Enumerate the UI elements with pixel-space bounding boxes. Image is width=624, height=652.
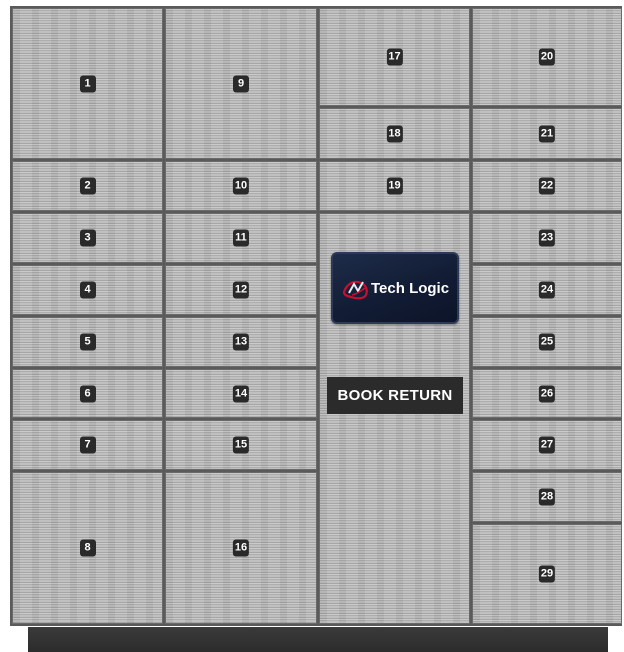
locker-door-8[interactable]: 8 — [12, 472, 163, 624]
locker-number-11: 11 — [233, 229, 249, 247]
locker-door-24[interactable]: 24 — [472, 265, 622, 315]
locker-number-26: 26 — [538, 385, 556, 402]
locker-number-14: 14 — [232, 385, 250, 402]
locker-number-1: 1 — [79, 75, 96, 92]
locker-number-22: 22 — [538, 177, 556, 195]
locker-number-20: 20 — [538, 48, 556, 66]
locker-door-15[interactable]: 15 — [165, 420, 317, 470]
locker-door-3[interactable]: 3 — [12, 213, 163, 263]
locker-door-13[interactable]: 13 — [165, 317, 317, 367]
locker-door-16[interactable]: 16 — [165, 472, 317, 624]
locker-door-10[interactable]: 10 — [165, 161, 317, 211]
locker-number-4: 4 — [79, 281, 96, 299]
locker-number-9: 9 — [233, 75, 249, 92]
locker-number-10: 10 — [232, 177, 250, 195]
locker-number-23: 23 — [538, 229, 556, 247]
locker-door-25[interactable]: 25 — [472, 317, 622, 367]
book-return-label: BOOK RETURN — [327, 377, 463, 414]
locker-number-24: 24 — [538, 281, 556, 299]
locker-door-12[interactable]: 12 — [165, 265, 317, 315]
locker-number-25: 25 — [538, 333, 556, 351]
locker-door-20[interactable]: 20 — [472, 8, 622, 106]
locker-number-6: 6 — [79, 385, 96, 402]
locker-number-17: 17 — [386, 48, 403, 66]
locker-door-4[interactable]: 4 — [12, 265, 163, 315]
locker-number-5: 5 — [79, 333, 96, 351]
locker-door-29[interactable]: 29 — [472, 524, 622, 624]
locker-number-28: 28 — [538, 488, 556, 506]
locker-door-17[interactable]: 17 — [319, 8, 470, 106]
locker-door-26[interactable]: 26 — [472, 369, 622, 418]
locker-door-6[interactable]: 6 — [12, 369, 163, 418]
locker-door-11[interactable]: 11 — [165, 213, 317, 263]
locker-number-7: 7 — [79, 436, 96, 454]
locker-number-18: 18 — [386, 125, 403, 142]
locker-number-21: 21 — [538, 125, 556, 142]
locker-door-2[interactable]: 2 — [12, 161, 163, 211]
locker-door-22[interactable]: 22 — [472, 161, 622, 211]
tech-logic-logo: Tech Logic — [331, 252, 459, 324]
locker-door-9[interactable]: 9 — [165, 8, 317, 159]
cabinet-base — [28, 627, 608, 652]
locker-door-18[interactable]: 18 — [319, 108, 470, 159]
locker-number-8: 8 — [79, 539, 96, 557]
locker-number-19: 19 — [386, 177, 403, 195]
locker-number-3: 3 — [79, 229, 96, 247]
locker-number-27: 27 — [538, 436, 556, 454]
locker-door-14[interactable]: 14 — [165, 369, 317, 418]
locker-door-27[interactable]: 27 — [472, 420, 622, 470]
locker-number-16: 16 — [232, 539, 250, 557]
locker-door-1[interactable]: 1 — [12, 8, 163, 159]
locker-number-29: 29 — [538, 565, 556, 583]
locker-number-13: 13 — [232, 333, 250, 351]
locker-number-15: 15 — [232, 436, 250, 454]
locker-door-28[interactable]: 28 — [472, 472, 622, 522]
locker-door-19[interactable]: 19 — [319, 161, 470, 211]
locker-door-21[interactable]: 21 — [472, 108, 622, 159]
tech-logic-logo-icon — [342, 280, 368, 300]
locker-number-12: 12 — [232, 281, 250, 299]
locker-number-2: 2 — [79, 177, 96, 195]
locker-door-5[interactable]: 5 — [12, 317, 163, 367]
logo-text: Tech Logic — [371, 280, 450, 297]
locker-door-23[interactable]: 23 — [472, 213, 622, 263]
locker-door-7[interactable]: 7 — [12, 420, 163, 470]
